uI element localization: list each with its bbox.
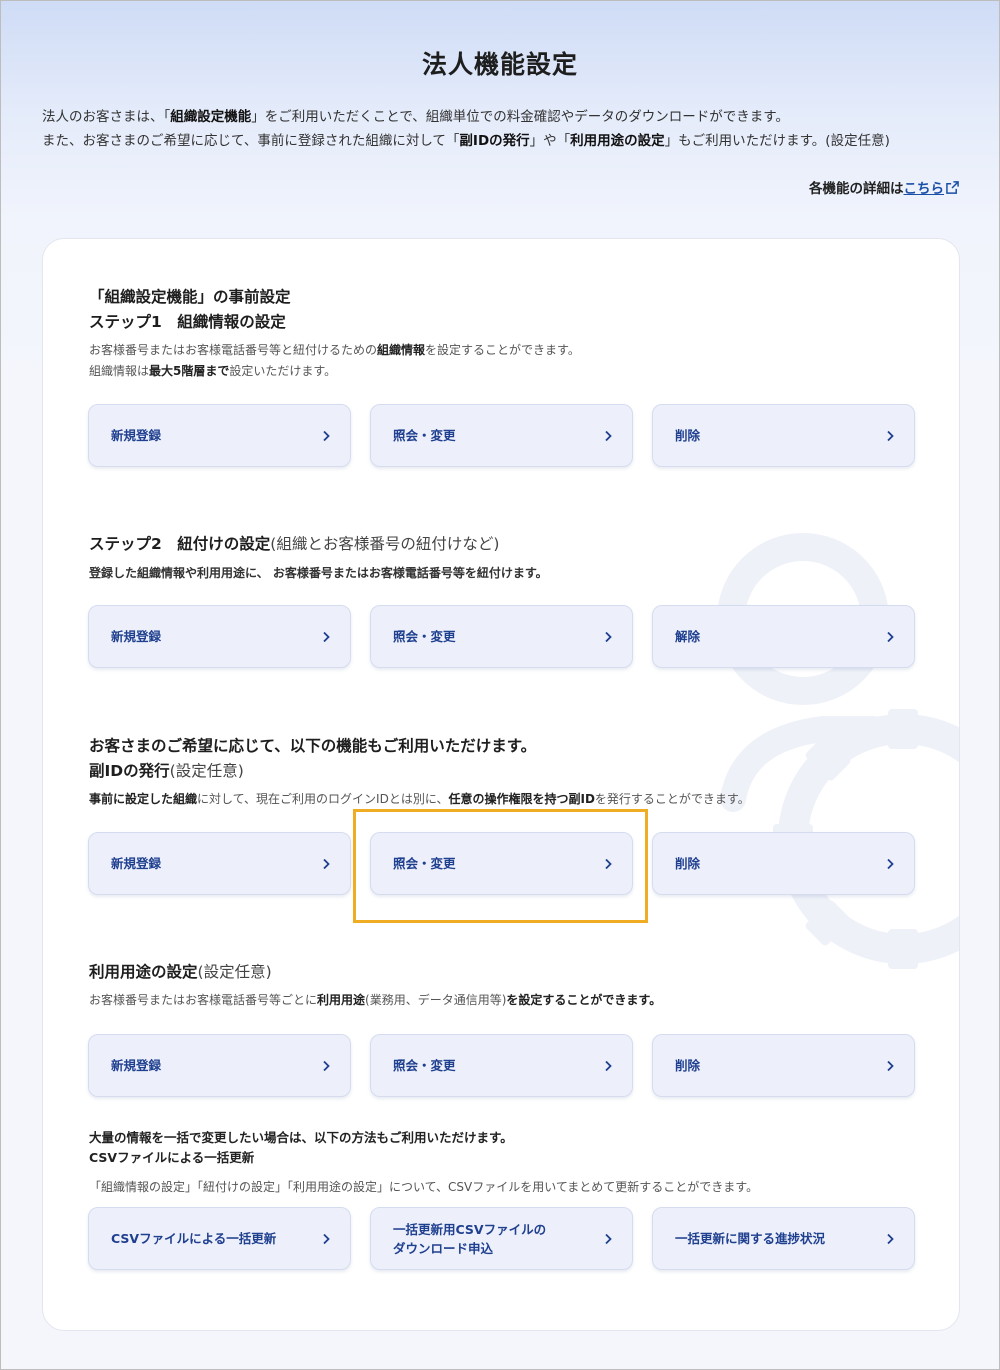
section5-title: CSVファイルによる一括更新: [89, 1150, 255, 1165]
chevron-right-icon: [605, 631, 612, 642]
s4-new-register-button[interactable]: 新規登録: [88, 1034, 351, 1097]
page-title: 法人機能設定: [421, 50, 578, 79]
section3-pretitle: お客さまのご希望に応じて、以下の機能もご利用いただけます。: [89, 737, 537, 755]
section4-description: お客様番号またはお客様電話番号等ごとに利用用途(業務用、データ通信用等)を設定す…: [89, 993, 662, 1007]
chevron-right-icon: [887, 1233, 894, 1244]
s2-unlink-button[interactable]: 解除: [652, 605, 915, 668]
s5-bulk-progress-button[interactable]: 一括更新に関する進捗状況: [652, 1207, 915, 1270]
chevron-right-icon: [605, 1233, 612, 1244]
s5-csv-download-request-button[interactable]: 一括更新用CSVファイルの ダウンロード申込: [370, 1207, 633, 1270]
s1-new-register-button[interactable]: 新規登録: [88, 404, 351, 467]
chevron-right-icon: [887, 1060, 894, 1071]
s3-new-register-button[interactable]: 新規登録: [88, 832, 351, 895]
chevron-right-icon: [605, 430, 612, 441]
s3-delete-button[interactable]: 削除: [652, 832, 915, 895]
section1-title: ステップ1 組織情報の設定: [89, 313, 286, 331]
s5-csv-bulk-update-button[interactable]: CSVファイルによる一括更新: [88, 1207, 351, 1270]
chevron-right-icon: [887, 631, 894, 642]
chevron-right-icon: [323, 430, 330, 441]
chevron-right-icon: [323, 858, 330, 869]
settings-card: 「組織設定機能」の事前設定 ステップ1 組織情報の設定 お客様番号またはお客様電…: [42, 238, 960, 1331]
section4-title: 利用用途の設定(設定任意): [89, 963, 272, 981]
section5-description: 「組織情報の設定」「紐付けの設定」「利用用途の設定」について、CSVファイルを用…: [89, 1180, 759, 1194]
chevron-right-icon: [887, 430, 894, 441]
section5-pretitle: 大量の情報を一括で変更したい場合は、以下の方法もご利用いただけます。 CSVファ…: [89, 1128, 513, 1168]
external-link-icon: [946, 181, 959, 194]
chevron-right-icon: [323, 1060, 330, 1071]
detail-link[interactable]: こちら: [904, 181, 945, 197]
chevron-right-icon: [323, 1233, 330, 1244]
section3-description: 事前に設定した組織に対して、現在ご利用のログインIDとは別に、任意の操作権限を持…: [89, 792, 750, 806]
chevron-right-icon: [323, 631, 330, 642]
section2-title: ステップ2 紐付けの設定(組織とお客様番号の紐付けなど): [89, 535, 500, 553]
chevron-right-icon: [887, 858, 894, 869]
s1-view-edit-button[interactable]: 照会・変更: [370, 404, 633, 467]
section1-description: お客様番号またはお客様電話番号等と紐付けるための組織情報を設定することができます…: [89, 343, 580, 378]
chevron-right-icon: [605, 1060, 612, 1071]
s4-delete-button[interactable]: 削除: [652, 1034, 915, 1097]
section1-pretitle: 「組織設定機能」の事前設定: [89, 288, 291, 306]
chevron-right-icon: [605, 858, 612, 869]
s2-new-register-button[interactable]: 新規登録: [88, 605, 351, 668]
intro-text: 法人のお客さまは、「組織設定機能」をご利用いただくことで、組織単位での料金確認や…: [42, 109, 890, 149]
s3-view-edit-button[interactable]: 照会・変更: [370, 832, 633, 895]
s1-delete-button[interactable]: 削除: [652, 404, 915, 467]
section3-title: 副IDの発行(設定任意): [89, 762, 244, 780]
s4-view-edit-button[interactable]: 照会・変更: [370, 1034, 633, 1097]
section2-description: 登録した組織情報や利用用途に、 お客様番号またはお客様電話番号等を紐付けます。: [89, 566, 548, 580]
detail-link-row: 各機能の詳細はこちら: [809, 177, 959, 197]
s2-view-edit-button[interactable]: 照会・変更: [370, 605, 633, 668]
page-frame: 法人機能設定 法人のお客さまは、「組織設定機能」をご利用いただくことで、組織単位…: [1, 1, 999, 1369]
